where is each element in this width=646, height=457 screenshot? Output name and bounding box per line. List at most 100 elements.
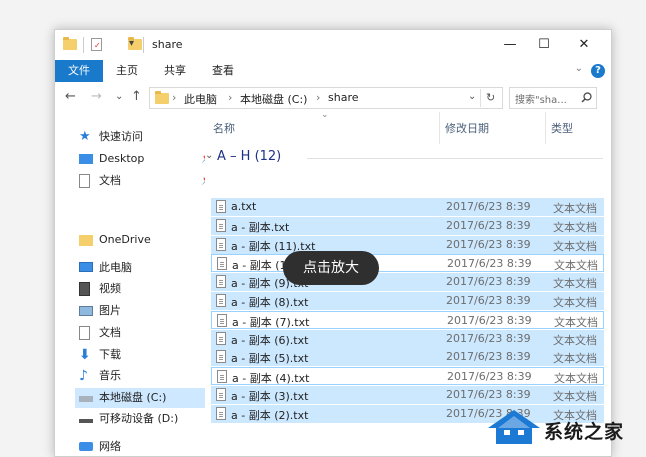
file-modified-date: 2017/6/23 8:39 [446, 350, 531, 364]
network-icon [79, 442, 93, 451]
breadcrumb-this-pc[interactable]: 此电脑 [184, 91, 217, 107]
computer-icon [79, 262, 93, 272]
sidebar-item-desktop[interactable]: Desktop 📌 [75, 149, 213, 169]
address-bar[interactable]: › 此电脑 › 本地磁盘 (C:) › share ⌄ ↻ [149, 87, 503, 109]
file-name: a.txt [231, 200, 257, 213]
table-row[interactable]: a - 副本 (8).txt 2017/6/23 8:39 文本文档 [211, 292, 604, 310]
title-bar: ✓ ▾ share — ☐ ✕ [55, 30, 611, 60]
column-header-name[interactable]: 名称 [213, 120, 235, 136]
tab-file[interactable]: 文件 [55, 60, 103, 82]
sidebar-item-downloads[interactable]: ⬇ 下载 [75, 345, 205, 365]
file-name: a - 副本 (6).txt [231, 333, 309, 347]
qa-customize-icon[interactable]: ▾ [129, 38, 134, 54]
sidebar-item-documents[interactable]: 文档 📌 [75, 171, 213, 191]
sidebar-item-music[interactable]: ♪ 音乐 [75, 366, 205, 386]
search-box[interactable]: 搜索"sha... [509, 87, 597, 109]
text-file-icon [216, 388, 226, 401]
table-row[interactable]: a - 副本 (9).txt 2017/6/23 8:39 文本文档 [211, 273, 604, 292]
file-name: a - 副本 (2).txt [231, 408, 309, 422]
file-type: 文本文档 [553, 220, 597, 234]
drive-icon [79, 396, 93, 402]
file-type: 文本文档 [553, 333, 597, 347]
table-row[interactable]: a - 副本 (7).txt 2017/6/23 8:39 文本文档 [211, 310, 604, 329]
up-button[interactable]: ↑ [131, 89, 142, 104]
file-name: a - 副本 (4).txt [232, 372, 310, 386]
forward-button[interactable]: → [91, 89, 102, 104]
column-divider[interactable] [545, 112, 546, 144]
music-icon: ♪ [79, 368, 88, 384]
sidebar-item-network[interactable]: 网络 [75, 437, 205, 456]
table-row[interactable]: a - 副本 (11).txt 2017/6/23 8:39 文本文档 [211, 235, 604, 254]
sidebar-item-documents-pc[interactable]: 文档 [75, 323, 205, 343]
address-dropdown-icon[interactable]: ⌄ [468, 91, 476, 102]
breadcrumb-share[interactable]: share [328, 91, 359, 104]
text-file-icon [216, 237, 226, 251]
text-file-icon [217, 370, 227, 384]
sidebar-item-label: 文档 [99, 326, 121, 339]
table-row[interactable]: a.txt 2017/6/23 8:39 文本文档 [211, 198, 604, 216]
video-icon [79, 282, 90, 296]
refresh-icon[interactable]: ↻ [486, 91, 495, 104]
file-type: 文本文档 [553, 296, 597, 309]
ribbon-tabs: 文件 主页 共享 查看 ⌄ ? [55, 60, 611, 83]
minimize-button[interactable]: — [495, 34, 525, 56]
text-file-icon [216, 406, 226, 420]
text-file-icon [216, 331, 226, 345]
maximize-button[interactable]: ☐ [529, 34, 559, 56]
table-row[interactable]: a - 副本 (5).txt 2017/6/23 8:39 文本文档 [211, 348, 604, 367]
sidebar-item-label: 此电脑 [99, 261, 132, 274]
file-type: 文本文档 [554, 315, 598, 329]
text-file-icon [216, 275, 226, 289]
sidebar-item-this-pc[interactable]: 此电脑 [75, 258, 205, 278]
table-row[interactable]: a - 副本 (6).txt 2017/6/23 8:39 文本文档 [211, 329, 604, 348]
folder-icon [155, 91, 169, 104]
group-header[interactable]: ⌄ A – H (12) [205, 148, 611, 168]
file-name: a - 副本 (3).txt [231, 390, 309, 403]
file-modified-date: 2017/6/23 8:39 [446, 388, 531, 401]
sidebar-item-label: 下载 [99, 348, 121, 361]
file-name: a - 副本 (7).txt [232, 315, 310, 329]
sidebar-item-onedrive[interactable]: OneDrive [75, 230, 205, 250]
window-title: share [152, 38, 183, 51]
column-divider[interactable] [439, 112, 440, 144]
breadcrumb-separator[interactable]: › [172, 91, 176, 104]
search-icon[interactable] [581, 92, 592, 103]
table-row[interactable]: a - 副本.txt 2017/6/23 8:39 文本文档 [211, 216, 604, 235]
sidebar-item-label: OneDrive [99, 233, 151, 246]
close-button[interactable]: ✕ [569, 34, 599, 56]
back-button[interactable]: ← [65, 89, 76, 104]
column-header-type[interactable]: 类型 [551, 120, 573, 136]
help-icon[interactable]: ? [591, 64, 605, 78]
file-modified-date: 2017/6/23 8:39 [447, 313, 532, 327]
sidebar-item-videos[interactable]: 视频 [75, 279, 205, 299]
table-row[interactable]: a - 副本 (4).txt 2017/6/23 8:39 文本文档 [211, 367, 604, 386]
file-name: a - 副本 (5).txt [231, 352, 309, 366]
ribbon-collapse-icon[interactable]: ⌄ [575, 63, 583, 74]
file-type: 文本文档 [553, 352, 597, 366]
navigation-pane: ★ 快速访问 Desktop 📌 文档 📌 OneDrive 此电脑 视频 图片 [55, 112, 213, 456]
file-type: 文本文档 [553, 277, 597, 291]
sidebar-item-quick-access[interactable]: ★ 快速访问 [75, 127, 205, 147]
sidebar-item-local-disk-c[interactable]: 本地磁盘 (C:) [75, 388, 205, 408]
properties-icon[interactable]: ✓ [91, 38, 102, 51]
tab-home[interactable]: 主页 [107, 60, 147, 82]
table-row[interactable]: a - 副本 (10).txt 2017/6/23 8:39 文本文档 [211, 254, 604, 273]
zoom-overlay-button[interactable]: 点击放大 [283, 251, 379, 285]
group-collapse-chevron-icon[interactable]: ⌄ [205, 150, 213, 161]
breadcrumb-separator[interactable]: › [228, 91, 232, 104]
sidebar-item-removable-d[interactable]: 可移动设备 (D:) [75, 409, 205, 429]
sidebar-item-pictures[interactable]: 图片 [75, 301, 205, 321]
sidebar-item-label: 视频 [99, 282, 121, 295]
tab-share[interactable]: 共享 [155, 60, 195, 82]
file-name: a - 副本.txt [231, 220, 290, 234]
table-row[interactable]: a - 副本 (3).txt 2017/6/23 8:39 文本文档 [211, 386, 604, 404]
divider [83, 37, 84, 53]
star-icon: ★ [79, 129, 91, 144]
breadcrumb-separator[interactable]: › [316, 91, 320, 104]
breadcrumb-local-disk[interactable]: 本地磁盘 (C:) [240, 91, 307, 107]
tab-view[interactable]: 查看 [203, 60, 243, 82]
text-file-icon [216, 218, 226, 232]
recent-locations-button[interactable]: ⌄ [115, 91, 123, 102]
column-header-modified[interactable]: 修改日期 [445, 120, 489, 136]
file-modified-date: 2017/6/23 8:39 [446, 275, 531, 289]
